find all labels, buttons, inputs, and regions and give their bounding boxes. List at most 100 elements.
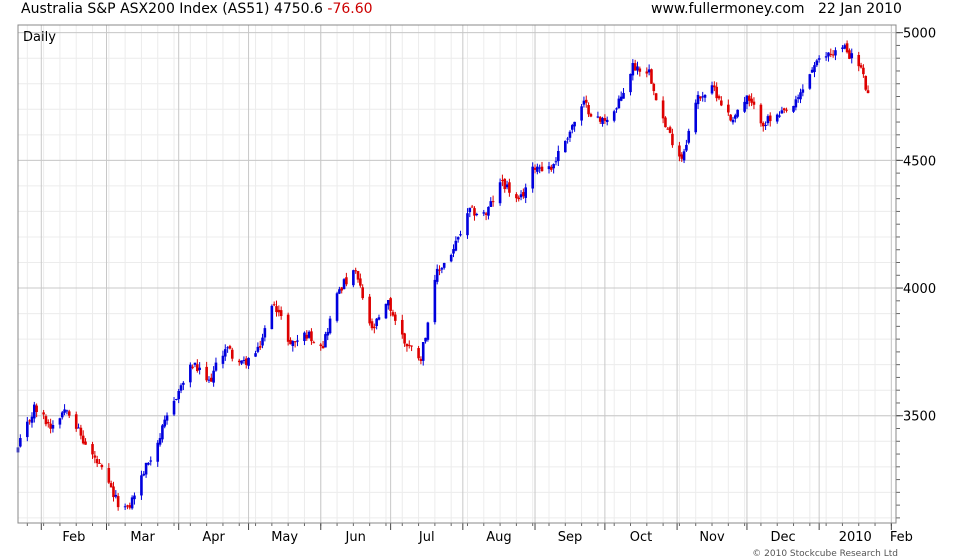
candle-body [326,331,330,336]
candle-body [687,130,691,143]
candle-body [743,101,746,112]
candle-body [459,234,462,236]
x-tick-label: Jul [418,530,435,545]
copyright: © 2010 Stockcube Research Ltd [752,549,898,559]
candle-body [400,319,404,335]
candle-body [435,268,439,282]
candle-body [557,151,560,162]
candle-body [794,99,798,108]
candle-body [321,346,325,349]
x-tick-label: Nov [699,530,725,545]
candle-body [785,109,788,111]
candle-body [303,332,306,342]
candle-body [172,400,176,415]
candle-body [475,214,479,216]
candle-body [84,441,87,445]
candle-body [622,92,625,99]
candle-body [175,399,178,401]
candle-body [568,131,572,138]
candle-body [442,262,446,268]
candle-body [498,182,502,204]
period-label: Daily [23,30,56,45]
candle-body [612,111,616,121]
x-tick-label: Jun [345,530,366,545]
candle-body [817,58,821,60]
candle-body [582,100,586,105]
candle-body [678,145,681,157]
candle-body [764,124,767,127]
candle-body [42,412,45,415]
candle-body [240,360,243,364]
candle-body [680,154,684,159]
candle-body [247,357,250,366]
candle-body [449,254,453,262]
candle-body [35,405,38,412]
candle-body [829,53,833,55]
candle-body [158,438,162,445]
candle-body [424,337,427,342]
candle-body [74,414,78,429]
candle-body [419,358,423,361]
candle-body [28,420,31,422]
candle-body [638,68,642,72]
candle-body [668,127,672,133]
candle-body [324,334,327,348]
candle-body [664,117,667,128]
candle-body [149,460,153,462]
candle-body [270,305,274,330]
candle-body [750,98,753,103]
candle-body [845,43,849,53]
candle-body [596,116,600,118]
candle-body [508,182,511,193]
candle-body [661,100,665,119]
x-tick-label: Apr [202,530,225,545]
candle-body [67,411,71,416]
candle-body [650,69,653,84]
candle-body [221,355,225,364]
candle-body [801,89,805,93]
candle-body [636,66,639,71]
y-axis: 3500 4000 4500 5000 [896,27,936,519]
candle-body [810,69,814,73]
candle-body [79,427,83,436]
candle-body [701,96,705,98]
candle-body [745,95,749,105]
candle-body [466,213,469,236]
candle-body [386,300,390,306]
candle-body [717,96,721,99]
y-tick-label: 5000 [903,27,936,42]
candle-body [198,367,201,371]
grid-lines [18,25,896,523]
candle-body [165,415,169,421]
candle-body [293,341,297,343]
candle-body [342,279,346,290]
candle-body [666,128,670,130]
x-tick-label: Feb [890,530,913,545]
candle-body [142,473,146,476]
candle-body [261,337,264,346]
candle-body [156,442,160,462]
candle-body [696,94,700,105]
candle-body [393,314,397,321]
candle-body [33,404,36,419]
candle-body [312,342,316,344]
candle-body [554,161,558,163]
candle-body [491,201,495,203]
candle-body [473,208,476,216]
candle-body [384,303,388,319]
y-tick-label: 4000 [903,282,936,297]
candle-body [207,379,211,381]
candle-body [407,344,411,346]
candle-body [403,333,406,344]
candle-body [310,331,313,342]
candle-body [335,293,339,321]
candle-body [107,467,111,483]
candle-body [433,279,437,323]
candle-body [633,63,637,71]
candle-body [536,166,539,172]
candle-body [226,347,229,349]
candle-body [361,287,364,299]
plot-frame [17,24,897,524]
candle-body [307,331,311,338]
candle-body [345,277,348,285]
